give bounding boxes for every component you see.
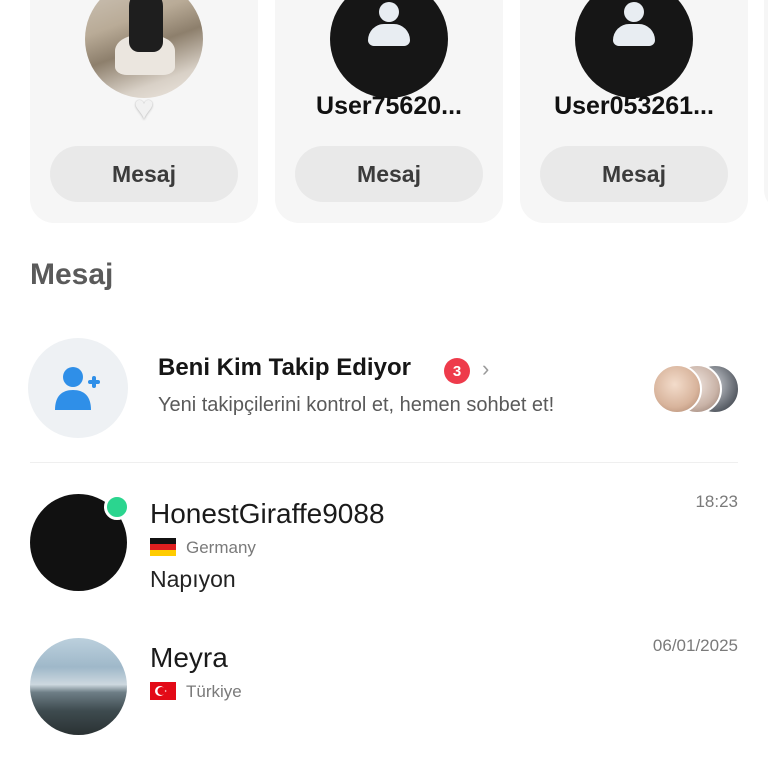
followers-row[interactable]: Beni Kim Takip Ediyor 3 › Yeni takipçile…: [0, 330, 768, 450]
count-badge: 3: [444, 358, 470, 384]
message-button[interactable]: Mesaj: [540, 146, 728, 202]
followers-title: Beni Kim Takip Ediyor: [158, 354, 411, 381]
avatar[interactable]: [30, 638, 127, 735]
divider: [30, 462, 738, 463]
add-user-icon: [28, 338, 128, 438]
follower-avatar: [652, 364, 702, 414]
chat-list-item[interactable]: Meyra Türkiye 06/01/2025: [0, 634, 768, 764]
suggestion-username: User053261...: [554, 92, 714, 120]
message-button[interactable]: Mesaj: [295, 146, 483, 202]
chat-name: Meyra: [150, 642, 228, 673]
chevron-right-icon: ›: [482, 356, 490, 381]
chat-country: Germany: [186, 538, 256, 557]
heart-icon[interactable]: ♥: [30, 88, 258, 128]
suggestion-card[interactable]: ♥ Mesaj: [30, 0, 258, 223]
chat-list-item[interactable]: HonestGiraffe9088 Germany Napıyon 18:23: [0, 490, 768, 620]
avatar[interactable]: [85, 0, 203, 98]
suggestion-card-peek[interactable]: [764, 0, 768, 210]
followers-subtitle: Yeni takipçilerini kontrol et, hemen soh…: [158, 394, 555, 416]
chat-time: 18:23: [695, 492, 738, 511]
chat-name: HonestGiraffe9088: [150, 498, 385, 529]
section-title: Mesaj: [30, 258, 114, 291]
suggestion-username: User75620...: [316, 92, 462, 120]
suggestion-card[interactable]: User75620... Mesaj: [275, 0, 503, 223]
turkey-flag-icon: [150, 682, 176, 700]
suggestion-card[interactable]: User053261... Mesaj: [520, 0, 748, 223]
chat-preview: Napıyon: [150, 566, 236, 592]
avatar[interactable]: [575, 0, 693, 98]
avatar[interactable]: [330, 0, 448, 98]
online-status-dot: [104, 494, 130, 520]
photo-detail: [129, 0, 163, 52]
add-user-icon: [55, 367, 100, 410]
user-silhouette-icon: [379, 2, 399, 22]
chat-country: Türkiye: [186, 682, 242, 701]
message-button[interactable]: Mesaj: [50, 146, 238, 202]
chat-time: 06/01/2025: [652, 636, 738, 655]
user-silhouette-icon: [624, 2, 644, 22]
user-silhouette-icon: [613, 24, 655, 46]
germany-flag-icon: [150, 538, 176, 556]
user-silhouette-icon: [368, 24, 410, 46]
